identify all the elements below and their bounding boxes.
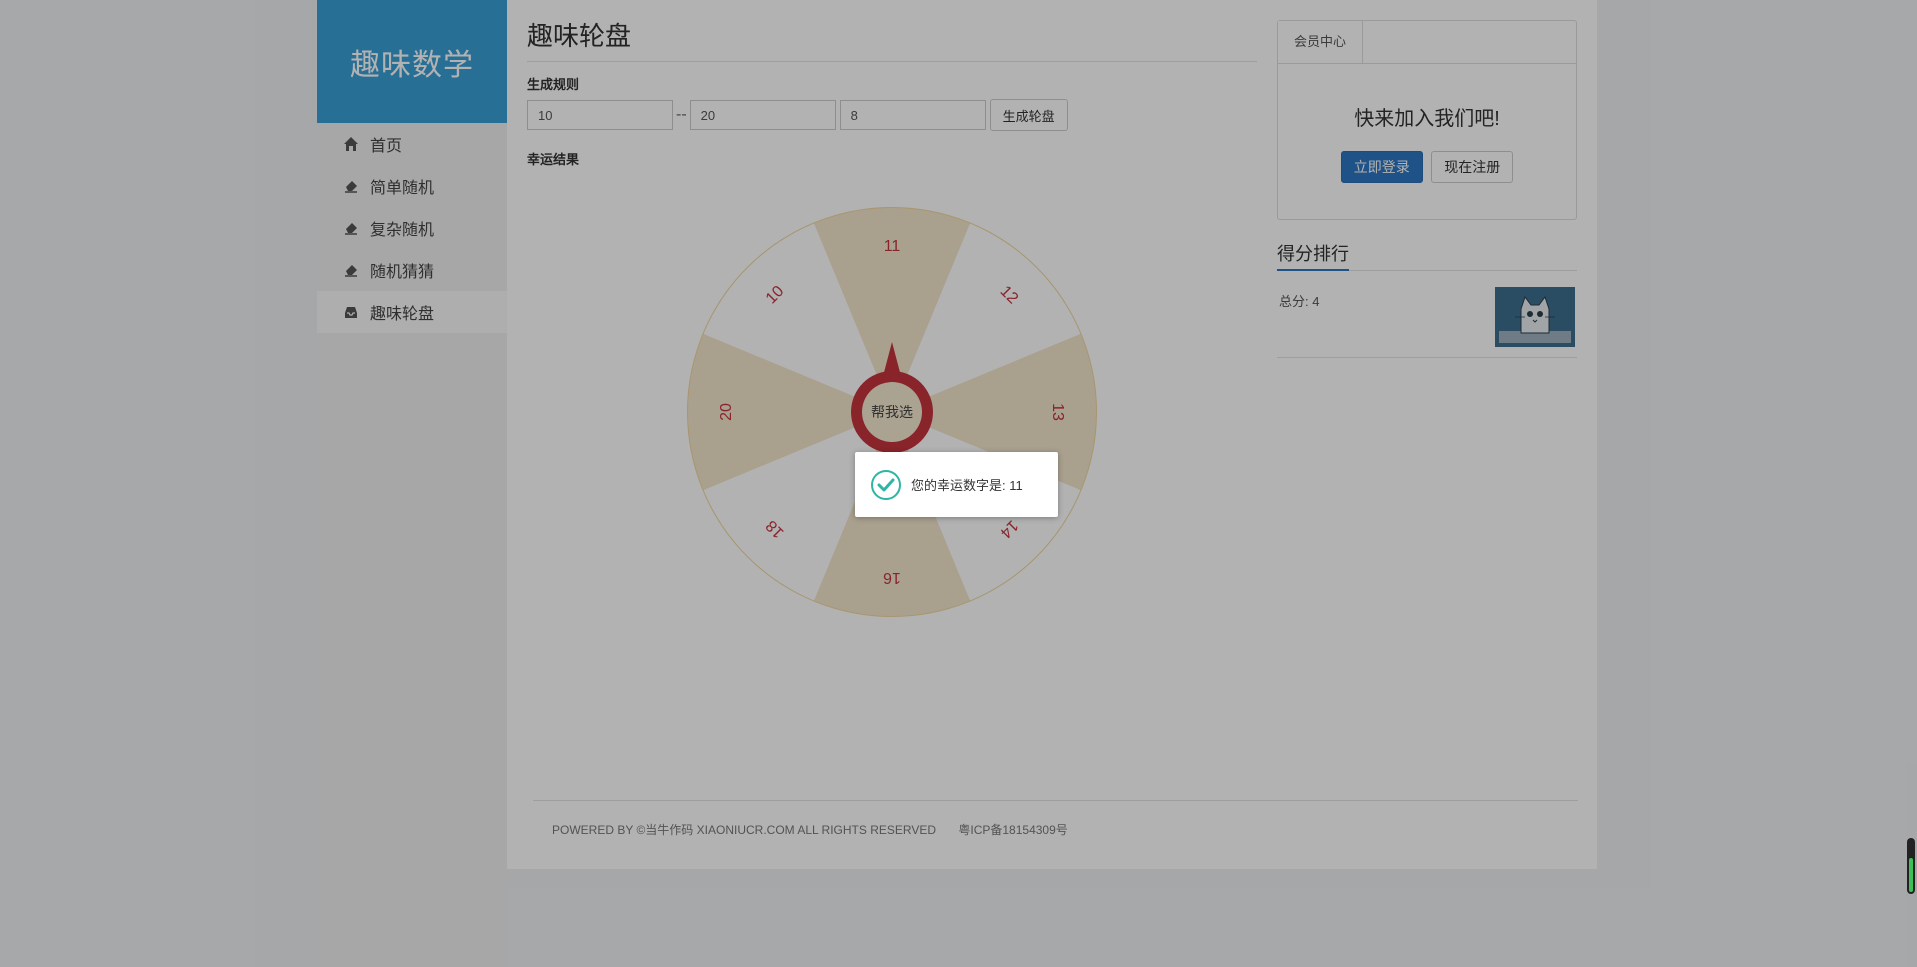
scroll-progress-fill: [1909, 858, 1913, 892]
success-check-icon: [871, 469, 901, 500]
result-toast: 您的幸运数字是: 11: [855, 452, 1058, 517]
toast-message: 您的幸运数字是: 11: [911, 478, 1023, 493]
